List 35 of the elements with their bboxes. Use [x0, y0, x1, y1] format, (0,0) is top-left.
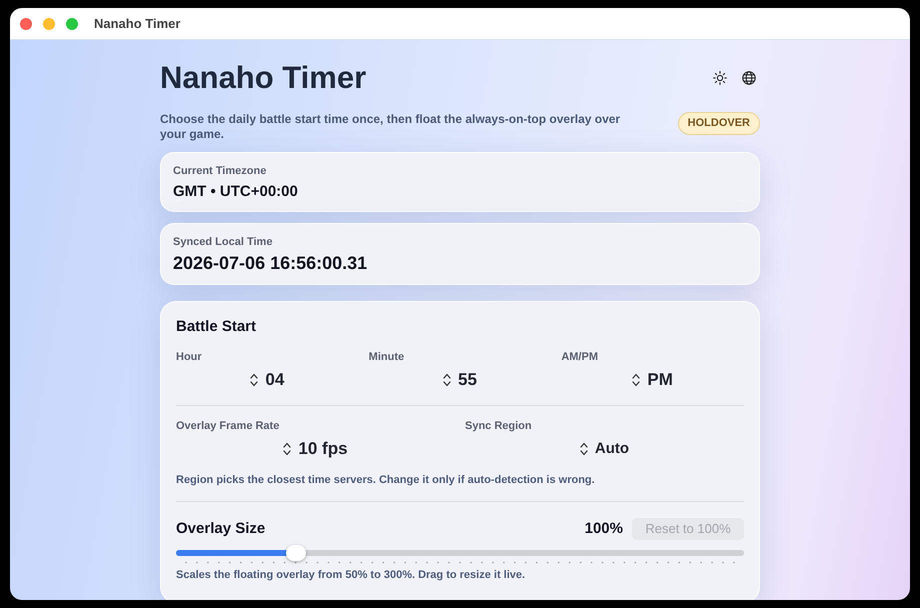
field-label: Minute: [368, 350, 406, 364]
size-slider[interactable]: [176, 545, 744, 561]
field-label: Overlay Frame Rate: [176, 419, 280, 433]
up-down-chevron-icon: [443, 373, 452, 387]
window-title: Nanaho Timer: [94, 14, 180, 33]
sun-icon[interactable]: [713, 71, 727, 85]
subtitle-text: Choose the daily battle start time once, then float the always-on-top overlay over your game.: [160, 112, 622, 142]
up-down-chevron-icon: [580, 442, 588, 456]
app-title: Nanaho Timer: [160, 60, 366, 96]
up-down-chevron-icon: [250, 373, 258, 387]
field-value: GMT • UTC+00:00: [173, 182, 299, 202]
globe-icon[interactable]: [742, 71, 756, 85]
status-badge: HOLDOVER: [678, 112, 760, 135]
value-picker[interactable]: PM: [632, 369, 673, 391]
value-picker[interactable]: Auto: [580, 438, 630, 460]
section-title: Overlay Size: [176, 519, 266, 539]
field-label: Hour: [176, 350, 203, 364]
close-icon[interactable]: [20, 18, 32, 30]
help-text: Scales the floating overlay from 50% to 300%. Drag to resize it live.: [176, 568, 526, 582]
section-title: Battle Start: [176, 317, 258, 337]
value-picker[interactable]: 10 fps: [283, 438, 348, 460]
up-down-chevron-icon: [632, 373, 640, 387]
field-value: 2026-07-06 16:56:00.31: [173, 252, 368, 274]
field-label: AM/PM: [561, 350, 599, 364]
value-picker[interactable]: 04: [250, 369, 284, 391]
help-text: Region picks the closest time servers. Change it only if auto-detection is wrong.: [176, 473, 596, 487]
field-label: Sync Region: [465, 419, 533, 433]
slider-thumb[interactable]: [286, 545, 306, 561]
maximize-icon[interactable]: [66, 18, 78, 30]
size-reading: 100%: [584, 519, 623, 539]
minimize-icon[interactable]: [43, 18, 55, 30]
field-label: Synced Local Time: [173, 235, 274, 249]
value-picker[interactable]: 55: [443, 369, 477, 391]
field-label: Current Timezone: [173, 164, 268, 178]
up-down-chevron-icon: [283, 442, 292, 456]
